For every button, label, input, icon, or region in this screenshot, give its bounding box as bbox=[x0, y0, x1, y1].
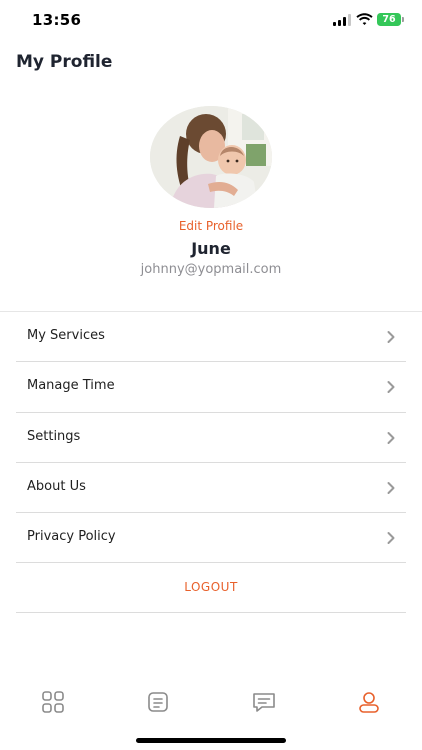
avatar[interactable] bbox=[150, 106, 272, 208]
menu-item-privacy-policy[interactable]: Privacy Policy bbox=[16, 513, 406, 564]
menu-item-label: About Us bbox=[27, 478, 86, 494]
menu-item-label: My Services bbox=[27, 328, 105, 343]
profile-icon[interactable] bbox=[356, 689, 382, 715]
battery-tip bbox=[402, 17, 404, 22]
menu-item-my-services[interactable]: My Services bbox=[16, 312, 406, 363]
menu-item-label: Manage Time bbox=[27, 378, 115, 394]
chevron-right-icon bbox=[387, 481, 395, 494]
status-bar: 13:56 76 bbox=[0, 0, 422, 44]
user-email: johnny@yopmail.com bbox=[140, 262, 282, 277]
chevron-right-icon bbox=[387, 532, 395, 545]
tab-bar bbox=[0, 680, 422, 724]
cellular-signal-icon bbox=[333, 14, 351, 26]
edit-profile-link[interactable]: Edit Profile bbox=[0, 219, 422, 233]
page-title: My Profile bbox=[16, 52, 113, 72]
menu-item-label: Privacy Policy bbox=[27, 529, 116, 545]
profile-menu: My Services Manage Time Settings About U… bbox=[16, 312, 406, 614]
chat-icon[interactable] bbox=[251, 689, 277, 715]
menu-item-settings[interactable]: Settings bbox=[16, 413, 406, 463]
chevron-right-icon bbox=[387, 381, 395, 394]
home-indicator bbox=[136, 738, 286, 743]
battery-indicator: 76 bbox=[377, 13, 401, 26]
menu-item-about-us[interactable]: About Us bbox=[16, 463, 406, 514]
status-time: 13:56 bbox=[32, 11, 82, 29]
chevron-right-icon bbox=[387, 331, 395, 343]
profile-photo bbox=[150, 106, 272, 208]
menu-item-manage-time[interactable]: Manage Time bbox=[16, 362, 406, 413]
wifi-icon bbox=[356, 13, 373, 25]
logout-row: LOGOUT bbox=[16, 563, 406, 614]
grid-icon[interactable] bbox=[40, 689, 66, 715]
user-name: June bbox=[191, 239, 231, 258]
chevron-right-icon bbox=[387, 431, 395, 444]
menu-item-label: Settings bbox=[27, 428, 81, 444]
logout-button[interactable]: LOGOUT bbox=[184, 580, 238, 594]
bookings-icon[interactable] bbox=[145, 689, 171, 715]
